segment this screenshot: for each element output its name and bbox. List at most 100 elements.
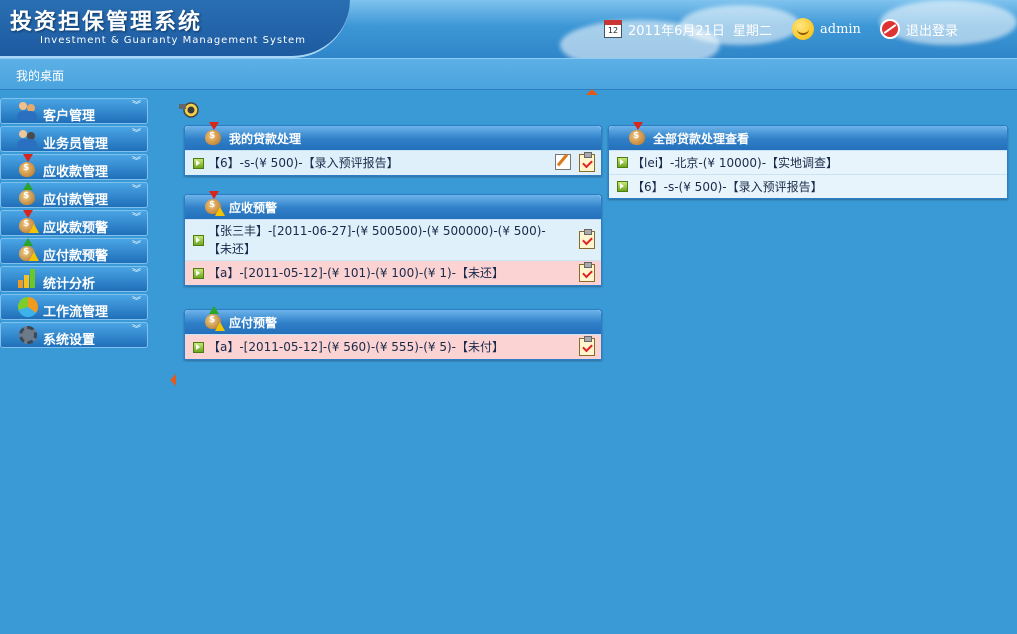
sidebar-item-workflow[interactable]: 工作流管理 ︾ — [0, 294, 148, 320]
sidebar-item-payable[interactable]: 应付款管理 ︾ — [0, 182, 148, 208]
list-item-text[interactable]: 【6】-s-(¥ 500)-【录入预评报告】 — [208, 154, 399, 172]
sidebar-item-label: 统计分析 — [43, 276, 96, 292]
arrow-bullet-icon — [617, 157, 628, 168]
list-item[interactable]: 【6】-s-(¥ 500)-【录入预评报告】 — [185, 150, 601, 175]
customers-icon — [17, 100, 39, 122]
sidebar-item-label: 应付款预警 — [43, 248, 109, 264]
panel-body: 【6】-s-(¥ 500)-【录入预评报告】 — [185, 150, 601, 175]
sidebar-item-label: 应收款管理 — [43, 164, 109, 180]
money-bag-icon — [203, 122, 225, 148]
panel-header: 全部贷款处理查看 — [609, 122, 1007, 150]
sidebar-item-label: 系统设置 — [43, 332, 96, 348]
list-item[interactable]: 【张三丰】-[2011-06-27]-(¥ 500500)-(¥ 500000)… — [185, 219, 601, 260]
app-subtitle: Investment & Guaranty Management System — [40, 35, 306, 46]
brand-logo: 投资担保管理系统 Investment & Guaranty Managemen… — [0, 0, 350, 58]
sidebar-item-customers[interactable]: 客户管理 ︾ — [0, 98, 148, 124]
warning-money-icon — [203, 306, 225, 332]
sidebar-item-statistics[interactable]: 统计分析 ︾ — [0, 266, 148, 292]
panel-header: 应收预警 — [185, 191, 601, 219]
chevron-down-icon[interactable]: ︾ — [132, 158, 141, 167]
chart-icon — [17, 268, 39, 290]
arrow-bullet-icon — [193, 157, 204, 169]
logout-icon[interactable] — [880, 19, 900, 39]
chevron-down-icon[interactable]: ︾ — [132, 242, 141, 251]
arrow-bullet-icon — [193, 267, 204, 279]
refresh-icon[interactable] — [178, 100, 202, 118]
clipboard-check-icon[interactable] — [579, 262, 595, 282]
sidebar-item-label: 业务员管理 — [43, 136, 109, 152]
sidebar-item-receivable-warning[interactable]: 应收款预警 ︾ — [0, 210, 148, 236]
date-text: 2011年6月21日 — [628, 23, 725, 39]
list-item[interactable]: 【6】-s-(¥ 500)-【录入预评报告】 — [609, 174, 1007, 198]
panel-header: 我的贷款处理 — [185, 122, 601, 150]
panel-payable-warning: 应付预警 【a】-[2011-05-12]-(¥ 560)-(¥ 555)-(¥… — [184, 306, 602, 360]
gear-icon — [17, 324, 39, 346]
receivable-warning-icon — [17, 210, 39, 234]
sidebar-item-receivable[interactable]: 应收款管理 ︾ — [0, 154, 148, 180]
receivable-icon — [17, 154, 39, 178]
list-item-text[interactable]: 【lei】-北京-(¥ 10000)-【实地调查】 — [632, 154, 838, 172]
panel-my-loans: 我的贷款处理 【6】-s-(¥ 500)-【录入预评报告】 — [184, 122, 602, 176]
chevron-down-icon[interactable]: ︾ — [132, 298, 141, 307]
panel-title: 全部贷款处理查看 — [653, 131, 750, 146]
chevron-down-icon[interactable]: ︾ — [132, 214, 141, 223]
app-title: 投资担保管理系统 — [10, 9, 203, 35]
list-item-text[interactable]: 【a】-[2011-05-12]-(¥ 101)-(¥ 100)-(¥ 1)-【… — [208, 264, 504, 282]
sidebar-item-payable-warning[interactable]: 应付款预警 ︾ — [0, 238, 148, 264]
sidebar: 客户管理 ︾ 业务员管理 ︾ 应收款管理 ︾ 应付款管理 ︾ 应收款预警 ︾ 应… — [0, 98, 150, 350]
sidebar-item-settings[interactable]: 系统设置 ︾ — [0, 322, 148, 348]
logout-button[interactable]: 退出登录 — [880, 18, 958, 40]
list-item[interactable]: 【a】-[2011-05-12]-(¥ 101)-(¥ 100)-(¥ 1)-【… — [185, 260, 601, 285]
clipboard-check-icon[interactable] — [579, 229, 595, 249]
list-item-text[interactable]: 【a】-[2011-05-12]-(¥ 560)-(¥ 555)-(¥ 5)-【… — [208, 338, 504, 356]
panel-title: 应收预警 — [229, 200, 278, 215]
user-avatar-icon — [792, 18, 814, 40]
panel-all-loans: 全部贷款处理查看 【lei】-北京-(¥ 10000)-【实地调查】 【6】-s… — [608, 122, 1008, 199]
payable-icon — [17, 182, 39, 206]
sidebar-item-label: 客户管理 — [43, 108, 96, 124]
panel-receivable-warning: 应收预警 【张三丰】-[2011-06-27]-(¥ 500500)-(¥ 50… — [184, 191, 602, 286]
clipboard-check-icon[interactable] — [579, 152, 595, 172]
chevron-down-icon[interactable]: ︾ — [132, 102, 141, 111]
money-bag-icon — [627, 122, 649, 148]
arrow-bullet-icon — [617, 181, 628, 192]
chevron-down-icon[interactable]: ︾ — [132, 130, 141, 139]
chevron-down-icon[interactable]: ︾ — [132, 270, 141, 279]
chevron-down-icon[interactable]: ︾ — [132, 326, 141, 335]
row-actions — [579, 229, 595, 249]
username[interactable]: admin — [820, 22, 861, 37]
chevron-down-icon[interactable]: ︾ — [132, 186, 141, 195]
sidebar-item-label: 工作流管理 — [43, 304, 109, 320]
list-item-text[interactable]: 【张三丰】-[2011-06-27]-(¥ 500500)-(¥ 500000)… — [208, 222, 567, 258]
list-item[interactable]: 【lei】-北京-(¥ 10000)-【实地调查】 — [609, 150, 1007, 174]
panel-header: 应付预警 — [185, 306, 601, 334]
panel-body: 【张三丰】-[2011-06-27]-(¥ 500500)-(¥ 500000)… — [185, 219, 601, 285]
collapse-sidebar-arrow-icon[interactable] — [170, 374, 176, 386]
panel-title: 我的贷款处理 — [229, 131, 302, 146]
date-display: 12 2011年6月21日 星期二 — [604, 18, 772, 40]
collapse-header-arrow-icon[interactable] — [586, 89, 598, 95]
arrow-bullet-icon — [193, 341, 204, 353]
panel-body: 【a】-[2011-05-12]-(¥ 560)-(¥ 555)-(¥ 5)-【… — [185, 334, 601, 359]
edit-icon[interactable] — [555, 154, 571, 170]
warning-money-icon — [203, 191, 225, 217]
sidebar-item-salesperson[interactable]: 业务员管理 ︾ — [0, 126, 148, 152]
workflow-icon — [17, 296, 39, 318]
app-header: 投资担保管理系统 Investment & Guaranty Managemen… — [0, 0, 1017, 58]
arrow-bullet-icon — [193, 234, 204, 246]
breadcrumb-bar: 我的桌面 — [0, 58, 1017, 90]
clipboard-check-icon[interactable] — [579, 336, 595, 356]
row-actions — [555, 152, 595, 172]
list-item-text[interactable]: 【6】-s-(¥ 500)-【录入预评报告】 — [632, 178, 823, 196]
logout-label[interactable]: 退出登录 — [906, 20, 958, 39]
breadcrumb[interactable]: 我的桌面 — [16, 67, 64, 84]
list-item[interactable]: 【a】-[2011-05-12]-(¥ 560)-(¥ 555)-(¥ 5)-【… — [185, 334, 601, 359]
panel-body: 【lei】-北京-(¥ 10000)-【实地调查】 【6】-s-(¥ 500)-… — [609, 150, 1007, 198]
sidebar-item-label: 应付款管理 — [43, 192, 109, 208]
weekday-text: 星期二 — [732, 23, 772, 39]
calendar-icon: 12 — [604, 20, 622, 38]
row-actions — [579, 336, 595, 356]
panel-title: 应付预警 — [229, 315, 278, 330]
user-display[interactable]: admin — [792, 18, 861, 40]
payable-warning-icon — [17, 238, 39, 262]
